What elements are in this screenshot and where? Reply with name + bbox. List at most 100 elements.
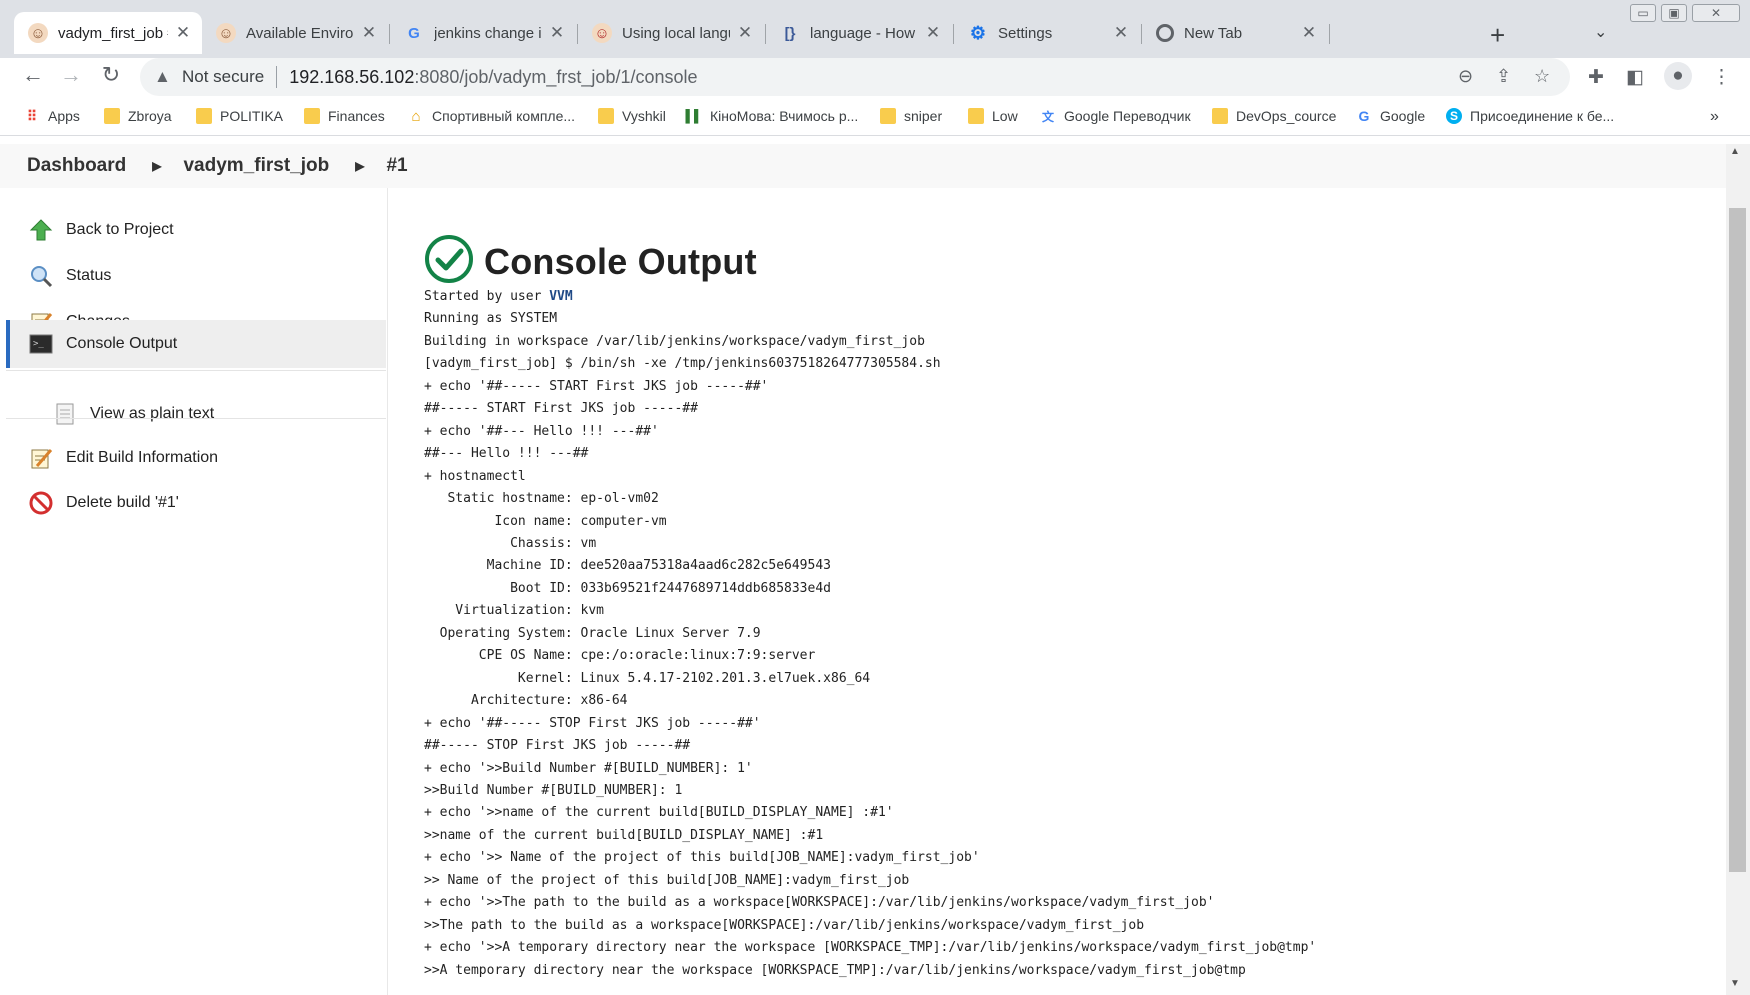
tab-language-how-force[interactable]: [} language - How force ✕	[766, 12, 952, 54]
forward-arrow-icon[interactable]: →	[56, 62, 86, 88]
chrome-icon	[1156, 24, 1174, 42]
console-line: >> Name of the project of this build[JOB…	[424, 872, 910, 888]
bookmark-google-translate[interactable]: 文 Google Переводчик	[1040, 108, 1191, 124]
close-icon[interactable]: ✕	[736, 23, 754, 43]
tab-settings[interactable]: ⚙ Settings ✕	[954, 12, 1140, 54]
sidebar-item-view-plain-text[interactable]: View as plain text	[6, 390, 386, 438]
reload-icon[interactable]: ↻	[96, 62, 126, 88]
jenkins-icon: ☺	[216, 23, 236, 43]
console-output: Started by user VVM Running as SYSTEM Buil…	[424, 286, 1316, 982]
apps-grid-icon: ⠿	[26, 107, 38, 124]
console-lines: Running as SYSTEM Building in workspace /…	[424, 308, 1316, 982]
bookmark-label: Google	[1380, 108, 1426, 124]
sidebar-item-console-output[interactable]: >_ Console Output	[6, 320, 386, 368]
tab-search-chevron-icon[interactable]: ⌄	[1594, 22, 1607, 42]
bookmark-label: Google Переводчик	[1064, 108, 1191, 124]
extensions-puzzle-icon[interactable]: ✚	[1588, 66, 1604, 89]
folder-icon	[304, 108, 320, 124]
url-host[interactable]: 192.168.56.102	[289, 67, 414, 88]
bookmark-vyshkil[interactable]: Vyshkil	[598, 108, 666, 124]
sidebar-item-label: Delete build '#1'	[66, 494, 179, 511]
tab-title: Settings	[998, 24, 1053, 42]
tab-available-environment[interactable]: ☺ Available Environment ✕	[202, 12, 388, 54]
console-heading: Console Output	[424, 234, 757, 289]
bookmark-star-icon[interactable]: ☆	[1534, 66, 1550, 87]
bookmark-low[interactable]: Low	[968, 108, 1018, 124]
maximize-window-icon[interactable]: ▣	[1661, 4, 1687, 22]
console-line: ##----- STOP First JKS job -----##	[424, 738, 691, 754]
bookmarks-overflow-icon[interactable]: »	[1710, 108, 1719, 126]
console-line: Boot ID: 033b69521f2447689714ddb685833e4…	[424, 580, 831, 596]
folder-icon	[196, 108, 212, 124]
new-tab-plus-icon[interactable]: +	[1490, 20, 1505, 51]
zoom-icon[interactable]: ⊖	[1458, 66, 1473, 87]
close-window-icon[interactable]: ✕	[1692, 4, 1740, 22]
profile-avatar-icon[interactable]: ●	[1664, 62, 1692, 90]
close-icon[interactable]: ✕	[360, 23, 378, 43]
tab-using-local-language[interactable]: ☺ Using local language ✕	[578, 12, 764, 54]
up-arrow-icon	[28, 217, 54, 243]
console-user-link[interactable]: VVM	[549, 289, 572, 304]
tab-title: New Tab	[1184, 24, 1243, 42]
breadcrumb-dashboard[interactable]: Dashboard	[27, 155, 126, 177]
sidebar-item-edit-build-information[interactable]: Edit Build Information	[6, 434, 386, 482]
console-line: + echo '##--- Hello !!! ---##'	[424, 423, 659, 439]
bookmark-skype[interactable]: S Присоединение к бе...	[1446, 108, 1614, 124]
tab-new-tab[interactable]: New Tab ✕	[1142, 12, 1328, 54]
home-icon: ⌂	[411, 107, 421, 125]
console-line: [vadym_first_job] $ /bin/sh -xe /tmp/jen…	[424, 356, 941, 372]
console-line: Building in workspace /var/lib/jenkins/w…	[424, 333, 925, 349]
address-bar[interactable]: ▲ Not secure 192.168.56.102 :8080/job/va…	[140, 58, 1570, 96]
sidebar-item-delete-build[interactable]: Delete build '#1'	[6, 479, 386, 527]
bookmark-sport-complex[interactable]: ⌂ Спортивный компле...	[408, 107, 575, 125]
minimize-window-icon[interactable]: ▭	[1630, 4, 1656, 22]
sidebar-item-label: Edit Build Information	[66, 449, 219, 466]
side-panel-icon[interactable]: ◧	[1626, 66, 1644, 89]
back-arrow-icon[interactable]: ←	[18, 62, 48, 88]
console-line: + echo '>>Build Number #[BUILD_NUMBER]: …	[424, 760, 753, 776]
close-icon[interactable]: ✕	[924, 23, 942, 43]
console-line: >>The path to the build as a workspace[W…	[424, 917, 1145, 933]
breadcrumb: Dashboard ▶ vadym_first_job ▶ #1	[0, 144, 1726, 188]
breadcrumb-chevron-icon[interactable]: ▶	[355, 159, 364, 173]
bookmark-label: Low	[992, 108, 1018, 124]
console-line: + echo '>>A temporary directory near the…	[424, 940, 1317, 956]
bookmark-kinomova[interactable]: ▌▌ КіноМова: Вчимось р...	[686, 108, 859, 124]
close-icon[interactable]: ✕	[1300, 23, 1318, 43]
tab-jenkins-change-interface[interactable]: G jenkins change interfa ✕	[390, 12, 576, 54]
skype-icon: S	[1446, 108, 1462, 124]
sidebar-item-back-to-project[interactable]: Back to Project	[6, 206, 386, 254]
bookmark-zbroya[interactable]: Zbroya	[104, 108, 172, 124]
scroll-down-arrow-icon[interactable]: ▼	[1730, 978, 1740, 989]
bookmark-label: DevOps_cource	[1236, 108, 1337, 124]
bookmarks-bar: ⠿ Apps Zbroya POLITIKA Finances ⌂ Спорти…	[0, 100, 1750, 136]
bookmark-label: POLITIKA	[220, 108, 284, 124]
bookmark-devops-cource[interactable]: DevOps_cource	[1212, 108, 1336, 124]
sidebar-item-status[interactable]: Status	[6, 252, 386, 300]
tab-separator	[1329, 24, 1330, 44]
tab-vadym-first-job[interactable]: ☺ vadym_first_job #1 C ✕	[14, 12, 202, 54]
close-icon[interactable]: ✕	[548, 23, 566, 43]
bookmark-politika[interactable]: POLITIKA	[196, 108, 283, 124]
bookmark-finances[interactable]: Finances	[304, 108, 385, 124]
bookmark-sniper[interactable]: sniper	[880, 108, 942, 124]
console-line: ##----- START First JKS job -----##	[424, 401, 698, 417]
url-path[interactable]: :8080/job/vadym_frst_job/1/console	[414, 67, 697, 88]
jenkins-icon: ☺	[28, 23, 48, 43]
warning-triangle-icon[interactable]: ▲	[154, 67, 174, 87]
breadcrumb-job[interactable]: vadym_first_job	[183, 155, 329, 177]
folder-icon	[1212, 108, 1228, 124]
console-line: + echo '>> Name of the project of this b…	[424, 850, 980, 866]
bookmark-google[interactable]: G Google	[1356, 108, 1426, 124]
close-icon[interactable]: ✕	[174, 23, 192, 43]
scrollbar-thumb[interactable]	[1729, 208, 1746, 872]
close-icon[interactable]: ✕	[1112, 23, 1130, 43]
sidebar-item-label: Status	[66, 267, 112, 284]
breadcrumb-build[interactable]: #1	[386, 155, 407, 177]
share-icon[interactable]: ⇪	[1496, 66, 1511, 87]
menu-kebab-icon[interactable]: ⋮	[1712, 66, 1731, 89]
scroll-up-arrow-icon[interactable]: ▲	[1730, 146, 1740, 157]
bookmark-apps[interactable]: ⠿ Apps	[24, 107, 80, 125]
security-label[interactable]: Not secure	[182, 67, 264, 87]
breadcrumb-chevron-icon[interactable]: ▶	[152, 159, 161, 173]
